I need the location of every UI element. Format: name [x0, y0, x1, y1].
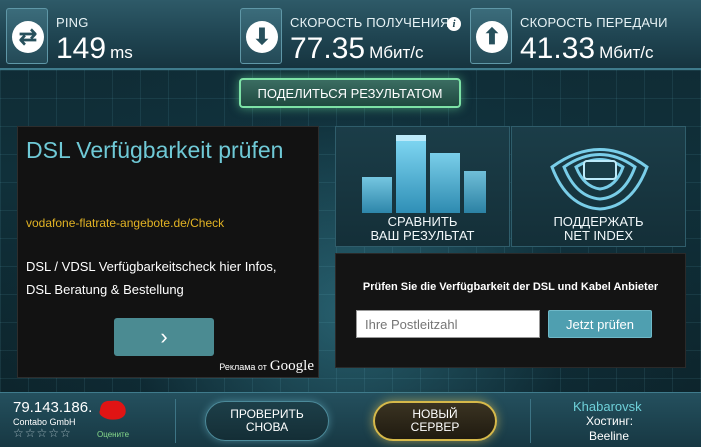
support-net-index-tile[interactable]: ПОДДЕРЖАТЬ NET INDEX — [511, 126, 686, 247]
upload-icon-box: ⬆ — [470, 8, 512, 64]
support-net-index-line-2: NET INDEX — [563, 228, 634, 243]
swap-arrows-icon: ⇄ — [12, 21, 44, 53]
test-again-line-2: СНОВА — [245, 420, 289, 434]
ping-icon-box: ⇄ — [6, 8, 48, 64]
ping-value: 149 ms — [56, 32, 133, 66]
test-again-button[interactable]: ПРОВЕРИТЬ СНОВА — [205, 401, 329, 441]
ad-description-line-1: DSL / VDSL Verfügbarkeitscheck hier Info… — [26, 259, 277, 274]
download-value: 77.35 Мбит/с — [290, 32, 423, 66]
ping-stat: ⇄ PING 149 ms — [6, 6, 234, 66]
download-icon-box: ⬇ — [240, 8, 282, 64]
divider — [175, 399, 176, 443]
ping-label: PING — [56, 15, 89, 30]
download-stat: ⬇ СКОРОСТЬ ПОЛУЧЕНИЯ i 77.35 Мбит/с — [240, 6, 466, 66]
upload-value: 41.33 Мбит/с — [520, 32, 653, 66]
upload-label: СКОРОСТЬ ПЕРЕДАЧИ — [520, 15, 668, 30]
download-unit: Мбит/с — [369, 43, 424, 62]
ad-description: DSL / VDSL Verfügbarkeitscheck hier Info… — [26, 255, 314, 301]
host-label: Хостинг: — [586, 414, 634, 428]
compare-results-line-2: ВАШ РЕЗУЛЬТАТ — [370, 228, 475, 243]
ad-title[interactable]: DSL Verfügbarkeit prüfen — [26, 135, 306, 166]
speedtest-app: ⇄ PING 149 ms ⬇ СКОРОСТЬ ПОЛУЧЕНИЯ i 77.3… — [0, 0, 701, 447]
ad-arrow-button[interactable]: › — [114, 318, 214, 356]
check-now-button[interactable]: Jetzt prüfen — [548, 310, 652, 338]
availability-text: Prüfen Sie die Verfügbarkeit der DSL und… — [362, 281, 659, 293]
google-logo: Google — [269, 358, 314, 374]
upload-unit: Мбит/с — [599, 43, 654, 62]
server-city: Khabarovsk — [573, 399, 642, 414]
chevron-right-icon: › — [160, 324, 168, 349]
bottom-bar: 79.143.186. Contabo GmbH ☆☆☆☆☆ Оцените П… — [0, 392, 701, 447]
bar-chart-icon — [362, 135, 486, 213]
ip-address: 79.143.186. — [13, 399, 93, 416]
postcode-input[interactable] — [356, 310, 540, 338]
ad-attribution[interactable]: Реклама от Google — [219, 358, 314, 375]
compare-results-tile[interactable]: СРАВНИТЬ ВАШ РЕЗУЛЬТАТ — [335, 126, 510, 247]
compare-results-label: СРАВНИТЬ ВАШ РЕЗУЛЬТАТ — [336, 215, 509, 243]
download-number: 77.35 — [290, 32, 366, 65]
upload-stat: ⬆ СКОРОСТЬ ПЕРЕДАЧИ 41.33 Мбит/с — [470, 6, 696, 66]
ping-unit: ms — [110, 43, 133, 62]
divider — [530, 399, 531, 443]
support-net-index-line-1: ПОДДЕРЖАТЬ — [553, 214, 644, 229]
host-name: Beeline — [589, 429, 630, 443]
support-net-index-label: ПОДДЕРЖАТЬ NET INDEX — [512, 215, 685, 243]
new-server-button[interactable]: НОВЫЙ СЕРВЕР — [373, 401, 497, 441]
rating-marker-icon — [99, 400, 126, 420]
ad-attribution-label: Реклама от — [219, 362, 267, 372]
download-label: СКОРОСТЬ ПОЛУЧЕНИЯ — [290, 15, 450, 30]
info-icon[interactable]: i — [447, 17, 461, 31]
stats-bar: ⇄ PING 149 ms ⬇ СКОРОСТЬ ПОЛУЧЕНИЯ i 77.3… — [0, 0, 701, 70]
ping-number: 149 — [56, 32, 107, 65]
new-server-line-2: СЕРВЕР — [410, 420, 460, 434]
availability-panel: Prüfen Sie die Verfügbarkeit der DSL und… — [335, 253, 686, 368]
rate-label[interactable]: Оцените — [97, 430, 129, 439]
share-result-button[interactable]: ПОДЕЛИТЬСЯ РЕЗУЛЬТАТОМ — [239, 78, 461, 108]
upload-number: 41.33 — [520, 32, 596, 65]
net-index-logo-icon — [550, 148, 649, 211]
compare-results-line-1: СРАВНИТЬ — [387, 214, 458, 229]
ad-description-line-2: DSL Beratung & Bestellung — [26, 282, 184, 297]
download-arrow-icon: ⬇ — [246, 21, 278, 53]
ad-link[interactable]: vodafone-flatrate-angebote.de/Check — [26, 216, 224, 230]
upload-arrow-icon: ⬆ — [476, 21, 508, 53]
rating-stars[interactable]: ☆☆☆☆☆ — [13, 426, 72, 440]
ad-panel: DSL Verfügbarkeit prüfen vodafone-flatra… — [17, 126, 319, 378]
